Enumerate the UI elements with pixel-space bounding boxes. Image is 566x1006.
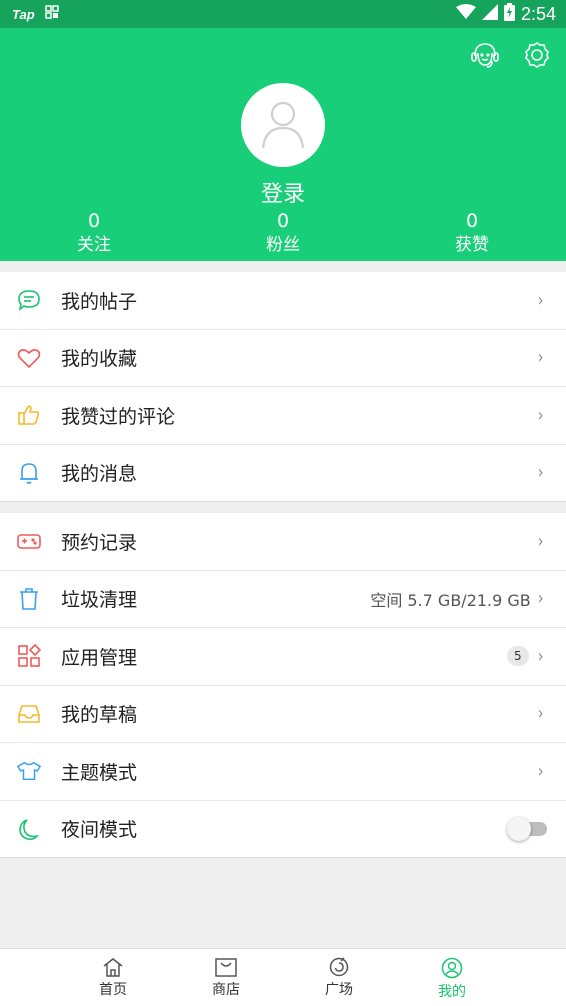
tshirt-icon [17,759,41,783]
menu-label: 主题模式 [61,761,138,784]
menu-group-tools: 预约记录 › 垃圾清理 空间 5.7 GB/21.9 GB › 应用管理 5 ›… [0,513,566,858]
night-mode-toggle[interactable] [507,816,547,841]
chevron-right-icon: › [537,530,544,552]
menu-item-cleanup[interactable]: 垃圾清理 空间 5.7 GB/21.9 GB › [0,571,566,628]
user-icon [261,101,305,149]
tap-app-icon: Tap [12,6,35,22]
moon-icon [17,817,41,841]
nav-label: 广场 [325,982,353,998]
menu-label: 我的消息 [61,463,138,486]
gamepad-icon [17,529,41,553]
customer-service-icon [471,43,499,68]
stat-likes[interactable]: 0 获赞 [422,210,522,258]
menu-label: 垃圾清理 [61,589,138,612]
chevron-right-icon: › [537,462,544,484]
profile-header: 登录 0 关注 0 粉丝 0 获赞 [0,28,566,261]
nav-label: 首页 [99,982,127,998]
wifi-icon [455,4,476,24]
menu-label: 应用管理 [61,646,138,669]
stat-value: 0 [276,210,290,232]
stat-label: 粉丝 [266,235,300,255]
bell-icon [17,461,41,485]
stat-fans[interactable]: 0 粉丝 [233,210,333,258]
message-icon [17,288,41,312]
stat-value: 0 [465,210,479,232]
menu-item-night-mode: 夜间模式 [0,801,566,858]
trash-icon [17,587,41,611]
stat-label: 获赞 [455,235,489,255]
chevron-right-icon: › [537,588,544,610]
nav-profile[interactable]: 我的 [412,957,492,1001]
update-count-badge: 5 [506,646,529,667]
bottom-nav: 首页 商店 广场 我的 [0,948,566,1006]
nav-plaza[interactable]: 广场 [299,957,379,999]
stat-following[interactable]: 0 关注 [44,210,144,258]
apps-icon [17,644,41,668]
storage-info: 空间 5.7 GB/21.9 GB [370,590,531,610]
chevron-right-icon: › [537,703,544,725]
nav-home[interactable]: 首页 [73,957,153,999]
menu-item-drafts[interactable]: 我的草稿 › [0,686,566,743]
inbox-icon [17,702,41,726]
clock: 2:54 [520,3,556,24]
menu-item-reservations[interactable]: 预约记录 › [0,513,566,571]
menu-label: 我的帖子 [61,290,138,313]
stat-label: 关注 [77,235,111,255]
menu-label: 我的收藏 [61,348,138,371]
menu-item-favorites[interactable]: 我的收藏 › [0,330,566,387]
menu-item-messages[interactable]: 我的消息 › [0,445,566,502]
customer-service-button[interactable] [470,40,500,70]
login-link[interactable]: 登录 [0,176,566,208]
nav-label: 商店 [212,982,240,998]
menu-item-liked-comments[interactable]: 我赞过的评论 › [0,387,566,445]
menu-label: 预约记录 [61,531,138,554]
menu-label: 夜间模式 [61,819,138,842]
menu-label: 我赞过的评论 [61,405,176,428]
home-icon [103,958,123,977]
menu-item-theme[interactable]: 主题模式 › [0,743,566,801]
menu-label: 我的草稿 [61,704,138,727]
stat-value: 0 [87,210,101,232]
thumbs-up-icon [17,403,41,427]
store-icon [215,958,237,977]
status-bar: Tap 2:54 [0,0,566,28]
profile-icon [441,957,463,979]
chevron-right-icon: › [537,760,544,782]
menu-group-content: 我的帖子 › 我的收藏 › 我赞过的评论 › 我的消息 › [0,272,566,502]
toggle-knob [507,816,531,841]
chevron-right-icon: › [537,289,544,311]
notification-icon [44,5,59,23]
plaza-icon [329,957,349,977]
heart-icon [17,346,41,370]
signal-icon [481,4,498,24]
chevron-right-icon: › [537,404,544,426]
chevron-right-icon: › [537,347,544,369]
menu-item-app-management[interactable]: 应用管理 5 › [0,628,566,686]
nav-store[interactable]: 商店 [186,957,266,999]
nav-label: 我的 [438,984,466,1000]
avatar[interactable] [241,83,325,167]
chevron-right-icon: › [537,645,544,667]
settings-icon [525,42,549,68]
menu-item-my-posts[interactable]: 我的帖子 › [0,272,566,330]
battery-icon [503,3,515,25]
settings-button[interactable] [522,40,552,70]
